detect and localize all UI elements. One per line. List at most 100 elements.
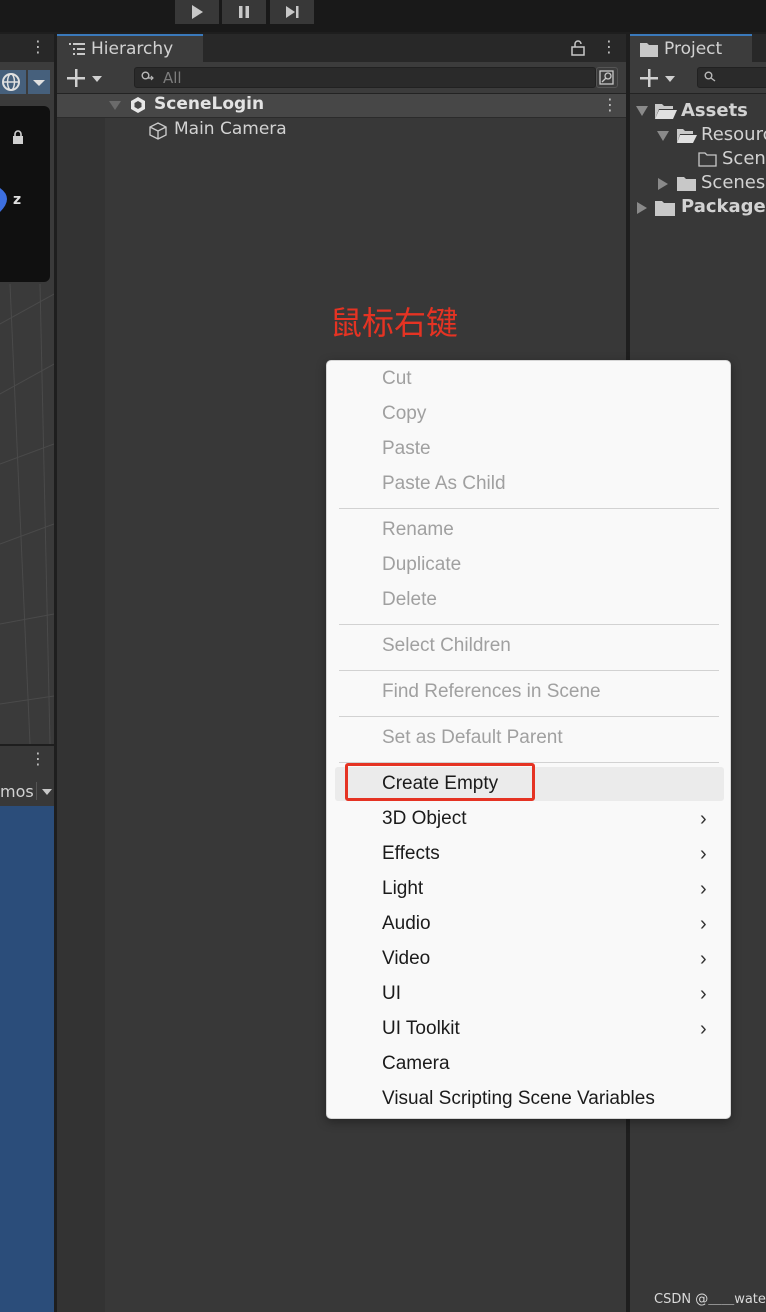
chevron-down-icon[interactable] <box>109 101 121 111</box>
project-search-input[interactable] <box>697 67 766 88</box>
open-folder-icon <box>655 104 677 119</box>
menu-item-select-children: Select Children <box>382 635 511 656</box>
menu-item-rename: Rename <box>382 519 454 540</box>
hierarchy-item[interactable]: Main Camera <box>146 118 446 142</box>
menu-item-paste: Paste <box>382 438 431 459</box>
search-icon <box>704 71 716 82</box>
chevron-right-icon: › <box>700 913 707 935</box>
chevron-down-icon[interactable] <box>636 105 648 117</box>
watermark: CSDN @＿＿wate <box>654 1292 766 1307</box>
project-tree-item[interactable]: Resourc <box>701 124 766 145</box>
open-folder-icon <box>677 129 697 143</box>
chevron-right-icon: › <box>700 878 707 900</box>
project-tree-item[interactable]: Packages <box>681 196 766 217</box>
filter-icon <box>599 70 614 85</box>
project-tree-item[interactable]: Assets <box>681 100 748 121</box>
step-button[interactable] <box>270 0 314 24</box>
pause-button[interactable] <box>222 0 266 24</box>
menu-item-visual-scripting-scene-variables[interactable]: Visual Scripting Scene Variables <box>382 1088 655 1110</box>
menu-item-delete: Delete <box>382 589 437 610</box>
cube-icon <box>149 122 167 140</box>
scene-name-label: SceneLogin <box>154 94 265 114</box>
chevron-down-icon <box>33 80 45 86</box>
add-button[interactable] <box>638 66 678 90</box>
chevron-down-icon <box>92 76 102 82</box>
hierarchy-list-icon <box>69 43 85 55</box>
annotation-text: 鼠标右键 <box>330 304 459 342</box>
menu-item-copy: Copy <box>382 403 427 424</box>
menu-separator <box>339 624 719 625</box>
globe-icon <box>2 73 20 91</box>
hierarchy-item-label: Main Camera <box>174 119 287 139</box>
kebab-menu-icon[interactable]: ⋮ <box>602 95 618 114</box>
kebab-menu-icon[interactable]: ⋮ <box>30 749 46 768</box>
orientation-toggle[interactable] <box>0 70 26 94</box>
tab-project[interactable]: Project <box>630 34 752 62</box>
kebab-menu-icon[interactable]: ⋮ <box>601 37 617 56</box>
chevron-right-icon[interactable] <box>657 178 669 190</box>
chevron-down-icon[interactable] <box>41 786 53 798</box>
hierarchy-search-input[interactable]: All <box>134 67 596 88</box>
hierarchy-tab-label: Hierarchy <box>91 39 174 59</box>
kebab-menu-icon[interactable]: ⋮ <box>30 37 46 56</box>
menu-item-effects[interactable]: Effects <box>382 843 440 865</box>
hierarchy-indent-strip <box>57 118 105 1312</box>
gizmos-button-label[interactable]: mos <box>0 782 34 801</box>
search-icon <box>141 71 154 81</box>
folder-icon <box>640 43 658 57</box>
chevron-down-icon <box>665 76 675 82</box>
play-icon <box>192 5 203 19</box>
menu-item-3d-object[interactable]: 3D Object <box>382 808 466 830</box>
chevron-right-icon: › <box>700 1018 707 1040</box>
scene-tool-row <box>0 62 54 100</box>
scene-grid <box>0 284 54 744</box>
add-button[interactable] <box>65 66 105 90</box>
top-toolbar <box>0 0 766 32</box>
game-view-panel[interactable] <box>0 746 54 1312</box>
plus-icon <box>640 69 658 87</box>
chevron-right-icon: › <box>700 808 707 830</box>
folder-icon <box>655 201 675 216</box>
menu-separator <box>339 508 719 509</box>
menu-item-camera[interactable]: Camera <box>382 1053 450 1075</box>
search-filter-button[interactable] <box>596 67 618 88</box>
divider <box>36 782 37 800</box>
menu-separator <box>339 716 719 717</box>
unity-scene-icon <box>131 97 145 113</box>
project-tab-bar <box>752 34 766 62</box>
menu-item-paste-as-child: Paste As Child <box>382 473 506 494</box>
scene-view-panel[interactable]: ⋮ z <box>0 34 54 744</box>
menu-item-ui[interactable]: UI <box>382 983 401 1005</box>
play-button[interactable] <box>175 0 219 24</box>
game-view-toolbar: ⋮ mos <box>0 746 54 806</box>
chevron-right-icon[interactable] <box>636 202 648 214</box>
scene-gizmo[interactable]: z <box>0 106 50 282</box>
folder-icon <box>677 177 696 191</box>
lock-icon[interactable] <box>571 40 585 56</box>
scene-row[interactable]: SceneLogin ⋮ <box>57 94 626 118</box>
menu-item-light[interactable]: Light <box>382 878 423 900</box>
menu-separator <box>339 670 719 671</box>
z-axis-cone-icon <box>0 188 7 212</box>
menu-item-video[interactable]: Video <box>382 948 430 970</box>
chevron-down-icon[interactable] <box>657 130 669 142</box>
chevron-right-icon: › <box>700 983 707 1005</box>
pause-icon <box>239 6 249 18</box>
menu-item-duplicate: Duplicate <box>382 554 462 575</box>
menu-item-ui-toolkit[interactable]: UI Toolkit <box>382 1018 460 1040</box>
menu-item-cut: Cut <box>382 368 412 389</box>
highlight-box <box>345 763 535 801</box>
chevron-right-icon: › <box>700 843 707 865</box>
axis-z-label: z <box>13 192 22 208</box>
search-placeholder: All <box>163 69 182 87</box>
project-tree-item[interactable]: Scenes <box>701 172 765 193</box>
scene-tab-bar: ⋮ <box>0 34 54 62</box>
menu-item-find-references: Find References in Scene <box>382 681 601 702</box>
context-menu[interactable]: Cut Copy Paste Paste As Child Rename Dup… <box>326 360 731 1119</box>
orientation-dropdown[interactable] <box>28 70 50 94</box>
project-tree-item[interactable]: Scen <box>722 148 766 169</box>
menu-item-audio[interactable]: Audio <box>382 913 431 935</box>
lock-icon[interactable] <box>12 130 24 144</box>
step-icon <box>286 6 299 18</box>
tab-hierarchy[interactable]: Hierarchy <box>57 34 203 62</box>
